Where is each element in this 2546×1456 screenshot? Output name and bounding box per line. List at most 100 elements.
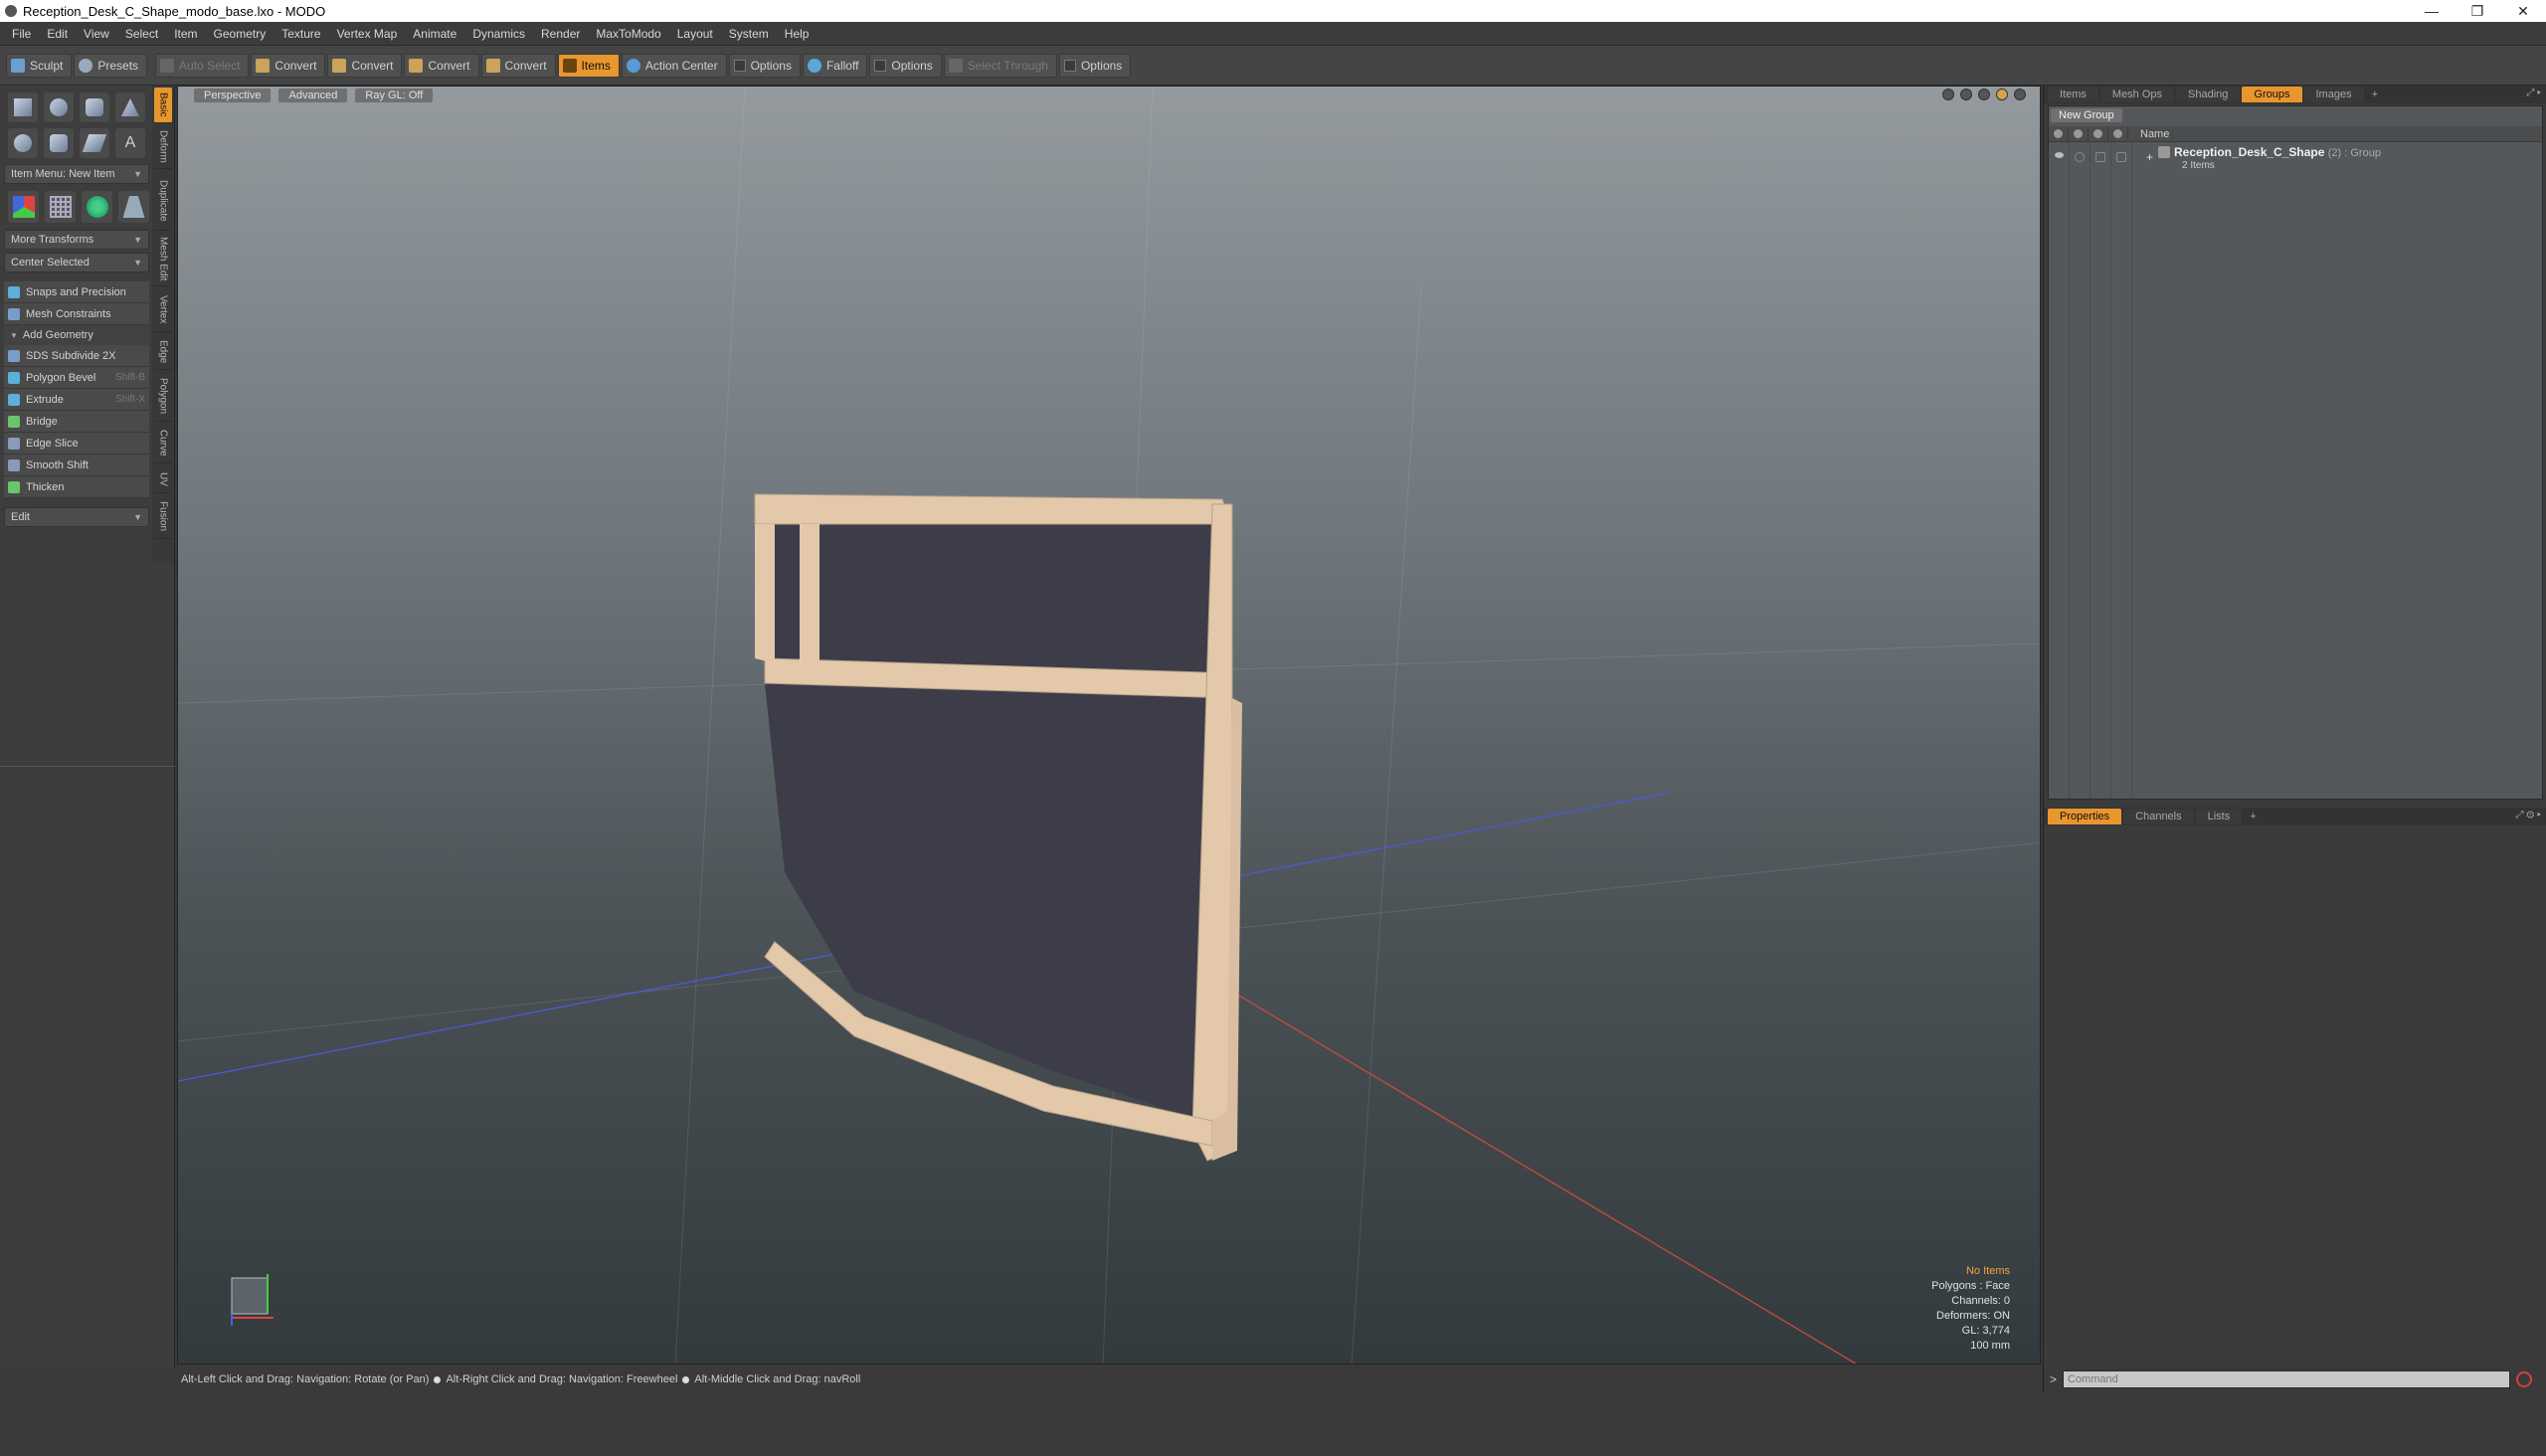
- pen-icon[interactable]: [1996, 89, 2008, 100]
- polygon-bevel-button[interactable]: Polygon Bevel Shift-B: [4, 367, 149, 389]
- capsule-primitive-button[interactable]: [8, 128, 38, 158]
- command-input[interactable]: [2063, 1370, 2511, 1388]
- rotate-view-icon[interactable]: [1960, 89, 1972, 100]
- options-checkbox[interactable]: [733, 59, 746, 72]
- fit-view-icon[interactable]: [1942, 89, 1954, 100]
- text-primitive-button[interactable]: A: [115, 128, 145, 158]
- render-toggle[interactable]: [2075, 152, 2085, 162]
- center-selected-dropdown[interactable]: Center Selected ▼: [4, 253, 149, 273]
- presets-button[interactable]: Presets: [74, 53, 148, 78]
- visibility-column-header[interactable]: [2049, 125, 2069, 142]
- tab-channels[interactable]: Channels: [2123, 809, 2194, 824]
- menu-texture[interactable]: Texture: [273, 27, 328, 41]
- render-column-header[interactable]: [2069, 125, 2089, 142]
- item-menu-dropdown[interactable]: Item Menu: New Item ▼: [4, 164, 149, 184]
- select-toggle[interactable]: [2116, 152, 2126, 162]
- menu-dynamics[interactable]: Dynamics: [464, 27, 533, 41]
- menu-item[interactable]: Item: [166, 27, 205, 41]
- more-transforms-dropdown[interactable]: More Transforms ▼: [4, 230, 149, 250]
- select-through-button[interactable]: Select Through: [943, 53, 1057, 78]
- tab-mesh-ops[interactable]: Mesh Ops: [2099, 87, 2175, 102]
- action-center-button[interactable]: Action Center: [621, 53, 727, 78]
- cone-primitive-button[interactable]: [115, 92, 145, 122]
- falloff-button[interactable]: Falloff: [802, 53, 868, 78]
- sphere-primitive-button[interactable]: [44, 92, 74, 122]
- record-macro-icon[interactable]: [2516, 1371, 2533, 1387]
- convert-polygons-button[interactable]: Convert: [404, 53, 479, 78]
- items-mode-button[interactable]: Items: [557, 53, 620, 78]
- panel-expand-icon[interactable]: ⤢ ▸: [2526, 88, 2541, 98]
- menu-vertex-map[interactable]: Vertex Map: [329, 27, 406, 41]
- menu-maxtomodo[interactable]: MaxToModo: [588, 27, 668, 41]
- minimize-button[interactable]: —: [2409, 0, 2455, 22]
- expand-icon[interactable]: +: [2146, 150, 2153, 164]
- tab-polygon[interactable]: Polygon: [154, 372, 172, 422]
- menu-animate[interactable]: Animate: [405, 27, 464, 41]
- new-group-button[interactable]: New Group: [2051, 108, 2122, 122]
- torus-primitive-button[interactable]: [44, 128, 74, 158]
- tab-items[interactable]: Items: [2048, 87, 2098, 102]
- add-tab-button[interactable]: +: [2244, 809, 2262, 824]
- grid-button[interactable]: [45, 191, 76, 223]
- zoom-view-icon[interactable]: [1978, 89, 1990, 100]
- edge-slice-button[interactable]: Edge Slice: [4, 433, 149, 455]
- menu-geometry[interactable]: Geometry: [206, 27, 274, 41]
- ray-gl-button[interactable]: Ray GL: Off: [355, 89, 434, 102]
- plane-primitive-button[interactable]: [80, 128, 109, 158]
- menu-edit[interactable]: Edit: [39, 27, 76, 41]
- falloff-options-button[interactable]: Options: [869, 53, 942, 78]
- gear-icon[interactable]: [2014, 89, 2026, 100]
- tab-duplicate[interactable]: Duplicate: [154, 171, 172, 231]
- menu-view[interactable]: View: [76, 27, 117, 41]
- convert-materials-button[interactable]: Convert: [480, 53, 556, 78]
- action-center-options-button[interactable]: Options: [728, 53, 801, 78]
- smooth-shift-button[interactable]: Smooth Shift: [4, 455, 149, 476]
- menu-file[interactable]: File: [4, 27, 39, 41]
- tab-vertex[interactable]: Vertex: [154, 288, 172, 332]
- close-button[interactable]: ✕: [2500, 0, 2546, 22]
- convert-vertices-button[interactable]: Convert: [251, 53, 326, 78]
- menu-select[interactable]: Select: [117, 27, 166, 41]
- cylinder-primitive-button[interactable]: [80, 92, 109, 122]
- snaps-precision-button[interactable]: Snaps and Precision: [4, 281, 149, 303]
- perspective-button[interactable]: Perspective: [194, 89, 272, 102]
- select-through-options-button[interactable]: Options: [1058, 53, 1132, 78]
- advanced-shading-button[interactable]: Advanced: [278, 89, 348, 102]
- tab-images[interactable]: Images: [2303, 87, 2364, 102]
- add-tab-button[interactable]: +: [2366, 87, 2384, 102]
- 3d-viewport[interactable]: Perspective Advanced Ray GL: Off No Item…: [177, 86, 2041, 1365]
- eye-icon[interactable]: [2055, 152, 2064, 158]
- menu-system[interactable]: System: [721, 27, 777, 41]
- transform-button[interactable]: [8, 191, 39, 223]
- tab-groups[interactable]: Groups: [2242, 87, 2302, 102]
- lock-column-header[interactable]: [2089, 125, 2108, 142]
- mesh-constraints-button[interactable]: Mesh Constraints: [4, 303, 149, 325]
- rotate-button[interactable]: [82, 191, 112, 223]
- extrude-button[interactable]: Extrude Shift-X: [4, 389, 149, 411]
- options-checkbox[interactable]: [1063, 59, 1076, 72]
- menu-help[interactable]: Help: [777, 27, 818, 41]
- bridge-button[interactable]: Bridge: [4, 411, 149, 433]
- edit-dropdown[interactable]: Edit ▼: [4, 507, 149, 527]
- tab-edge[interactable]: Edge: [154, 334, 172, 370]
- tab-fusion[interactable]: Fusion: [154, 495, 172, 539]
- tab-curve[interactable]: Curve: [154, 424, 172, 463]
- restore-button[interactable]: ❐: [2455, 0, 2500, 22]
- tab-mesh-edit[interactable]: Mesh Edit: [154, 233, 172, 286]
- thicken-button[interactable]: Thicken: [4, 476, 149, 498]
- tab-uv[interactable]: UV: [154, 465, 172, 493]
- panel-expand-icon[interactable]: ⤢ ⚙ ▸: [2515, 810, 2541, 820]
- menu-layout[interactable]: Layout: [669, 27, 721, 41]
- tab-lists[interactable]: Lists: [2195, 809, 2243, 824]
- convert-edges-button[interactable]: Convert: [327, 53, 403, 78]
- tab-deform[interactable]: Deform: [154, 125, 172, 169]
- group-row[interactable]: + Reception_Desk_C_Shape (2) : Group 2 I…: [2049, 144, 2542, 176]
- tab-basic[interactable]: Basic: [154, 88, 172, 123]
- tab-shading[interactable]: Shading: [2176, 87, 2241, 102]
- options-checkbox[interactable]: [874, 59, 887, 72]
- menu-render[interactable]: Render: [533, 27, 588, 41]
- add-geometry-section[interactable]: ▼ Add Geometry: [4, 325, 149, 345]
- tab-properties[interactable]: Properties: [2048, 809, 2122, 824]
- cube-primitive-button[interactable]: [8, 92, 38, 122]
- auto-select-button[interactable]: Auto Select: [155, 53, 250, 78]
